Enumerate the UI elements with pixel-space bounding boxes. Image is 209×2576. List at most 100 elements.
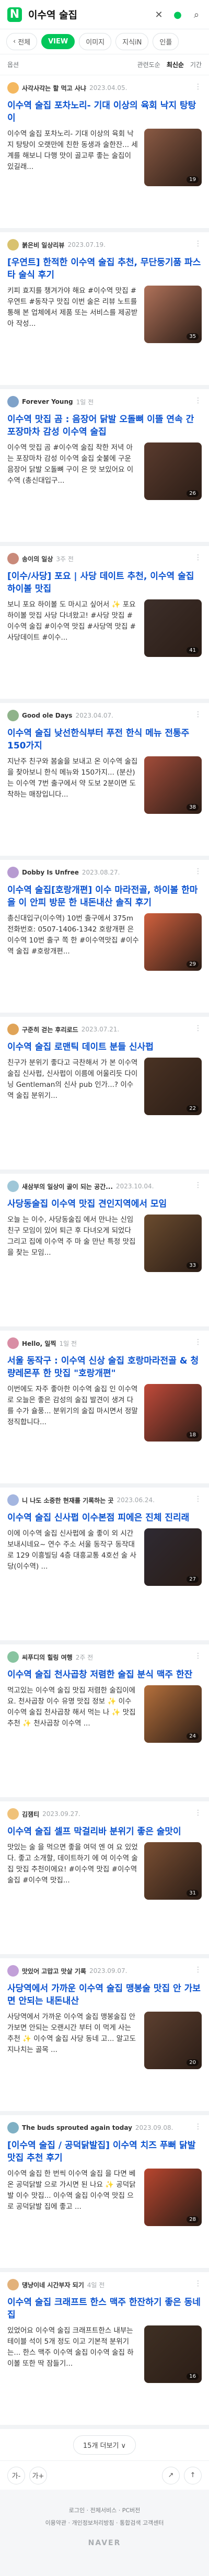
post-author[interactable]: 씨푸디의 힐링 여행	[22, 1653, 73, 1662]
post-author[interactable]: Hello, 일찍	[22, 1339, 56, 1348]
avatar[interactable]	[7, 396, 19, 407]
options-toggle[interactable]: 옵션	[7, 60, 19, 69]
post-title[interactable]: 이수역 술집 신사펍 이수본점 피에은 진체 진리래	[7, 1512, 202, 1524]
result-post[interactable]: The buds sprouted again today 2023.09.08…	[0, 2115, 209, 2272]
more-icon[interactable]: ⋮	[194, 1338, 202, 1346]
result-post[interactable]: Hello, 일찍 1일 전 ⋮ 서울 동작구 : 이수역 신상 술집 호랑마라…	[0, 1331, 209, 1488]
more-icon[interactable]: ⋮	[194, 2279, 202, 2288]
result-post[interactable]: 사각사각는 할 먹고 사냐 2023.04.05. ⋮ 이수역 술집 포차노리-…	[0, 75, 209, 232]
result-post[interactable]: 댕냥이네 시간부자 되기 4일 전 ⋮ 이수역 술집 크래프트 한스 맥주 한잔…	[0, 2272, 209, 2429]
post-thumbnail[interactable]: 29	[144, 913, 202, 971]
footer-policy[interactable]: 이용약관 · 개인정보처리방침 · 통합검색 고객센터	[0, 2517, 209, 2529]
result-post[interactable]: Forever Young 1일 전 ⋮ 이수역 맛집 곰 : 음장어 닭발 오…	[0, 389, 209, 546]
post-thumbnail[interactable]: 26	[144, 442, 202, 500]
more-icon[interactable]: ⋮	[194, 1024, 202, 1032]
avatar[interactable]	[7, 2122, 19, 2134]
share-icon[interactable]: ↗	[162, 2466, 180, 2484]
avatar[interactable]	[7, 1337, 19, 1349]
avatar[interactable]	[7, 2279, 19, 2290]
search-icon[interactable]: ⌕	[190, 8, 203, 21]
post-title[interactable]: 이수역 술집 천사곱창 저렴한 술집 분식 맥주 한잔	[7, 1669, 202, 1681]
post-thumbnail[interactable]: 35	[144, 286, 202, 343]
result-post[interactable]: 구준히 걷는 후리로드 2023.07.21. ⋮ 이수역 술집 로맨틱 데이트…	[0, 1017, 209, 1174]
sort-period[interactable]: 기간	[190, 60, 202, 69]
post-author[interactable]: The buds sprouted again today	[22, 2124, 132, 2131]
result-post[interactable]: 씨푸디의 힐링 여행 2주 전 ⋮ 이수역 술집 천사곱창 저렴한 술집 분식 …	[0, 1644, 209, 1801]
tab-all[interactable]: ‹ 전체	[6, 33, 38, 50]
post-title[interactable]: 이수역 술집 크래프트 한스 맥주 한잔하기 좋은 동네 집	[7, 2296, 202, 2321]
post-author[interactable]: Dobby Is Unfree	[22, 869, 79, 876]
more-icon[interactable]: ⋮	[194, 1966, 202, 1974]
post-title[interactable]: 사당역에서 가까운 이수역 술집 맹봉술 맛집 안 가보면 안되는 내돈내산	[7, 1982, 202, 2007]
post-thumbnail[interactable]: 22	[144, 1058, 202, 1115]
more-icon[interactable]: ⋮	[194, 553, 202, 562]
post-title[interactable]: 이수역 술집 낮선한식부터 푸전 한식 메뉴 전통주 150가지	[7, 727, 202, 752]
result-post[interactable]: 붉은비 일상리뷰 2023.07.19. ⋮ [우연트] 한적한 이수역 술집 …	[0, 232, 209, 389]
post-thumbnail[interactable]: 19	[144, 129, 202, 186]
result-post[interactable]: Dobby Is Unfree 2023.08.27. ⋮ 이수역 술집[호랑개…	[0, 860, 209, 1017]
font-smaller-button[interactable]: 가-	[7, 2466, 25, 2484]
post-title[interactable]: 이수역 맛집 곰 : 음장어 닭발 오돌뼈 이뜰 연속 간 포장마차 감성 이수…	[7, 413, 202, 438]
post-author[interactable]: 김잼티	[22, 1810, 39, 1819]
post-author[interactable]: 송이의 일상	[22, 554, 53, 563]
footer-links[interactable]: 로그인 · 전체서비스 · PC버전	[0, 2504, 209, 2517]
post-author[interactable]: Forever Young	[22, 398, 73, 405]
more-icon[interactable]: ⋮	[194, 1809, 202, 1817]
more-icon[interactable]: ⋮	[194, 1495, 202, 1503]
tab-kin[interactable]: 지식iN	[115, 33, 149, 50]
naver-logo[interactable]: N	[7, 7, 22, 22]
post-author[interactable]: 니 나도 소중한 현재를 기록하는 곳	[22, 1496, 113, 1505]
post-title[interactable]: [이수역 술집 / 공덕닭발집] 이수역 치즈 푸뻐 닭발 맛집 추천 후기	[7, 2139, 202, 2164]
more-icon[interactable]: ⋮	[194, 1652, 202, 1660]
more-icon[interactable]: ⋮	[194, 1181, 202, 1189]
post-title[interactable]: 이수역 술집[호랑개편] 이수 마라전골, 하이볼 한마을 이 안피 방문 한 …	[7, 884, 202, 909]
post-title[interactable]: 서울 동작구 : 이수역 신상 술집 호랑마라전골 & 청량레몬푸 한 맛집 "…	[7, 1355, 202, 1380]
post-title[interactable]: 이수역 술집 셀프 막걸리바 분위기 좋은 술맛이	[7, 1825, 202, 1838]
avatar[interactable]	[7, 710, 19, 721]
mic-icon[interactable]: ●	[171, 8, 184, 21]
post-author[interactable]: 새삼부의 일상이 골이 되는 공간...	[22, 1182, 113, 1191]
more-icon[interactable]: ⋮	[194, 240, 202, 248]
post-thumbnail[interactable]: 31	[144, 1842, 202, 1900]
close-icon[interactable]: ✕	[153, 8, 165, 21]
result-post[interactable]: 김잼티 2023.09.27. ⋮ 이수역 술집 셀프 막걸리바 분위기 좋은 …	[0, 1801, 209, 1958]
avatar[interactable]	[7, 1024, 19, 1035]
tab-view[interactable]: VIEW	[41, 34, 75, 49]
font-larger-button[interactable]: 가+	[29, 2466, 47, 2484]
search-query[interactable]: 이수역 술집	[28, 7, 77, 21]
result-post[interactable]: 송이의 일상 3주 전 ⋮ [이수/사당] 포요 | 사당 데이트 추천, 이수…	[0, 546, 209, 703]
more-icon[interactable]: ⋮	[194, 396, 202, 405]
more-icon[interactable]: ⋮	[194, 2123, 202, 2131]
avatar[interactable]	[7, 867, 19, 878]
avatar[interactable]	[7, 553, 19, 564]
post-author[interactable]: 사각사각는 할 먹고 사냐	[22, 84, 86, 93]
sort-relevance[interactable]: 관련도순	[137, 60, 160, 69]
post-title[interactable]: [우연트] 한적한 이수역 술집 추천, 무단둥기품 파스타 술식 후기	[7, 256, 202, 281]
avatar[interactable]	[7, 1651, 19, 1663]
post-thumbnail[interactable]: 27	[144, 1528, 202, 1586]
post-title[interactable]: 사당동술집 이수역 맛집 견인지역에서 모임	[7, 1198, 202, 1210]
tab-influencer[interactable]: 인플	[153, 33, 179, 50]
tab-images[interactable]: 이미지	[79, 33, 112, 50]
avatar[interactable]	[7, 1965, 19, 1977]
post-thumbnail[interactable]: 18	[144, 1384, 202, 1442]
post-thumbnail[interactable]: 33	[144, 1215, 202, 1272]
post-author[interactable]: Good ole Days	[22, 712, 72, 719]
post-author[interactable]: 구준히 걷는 후리로드	[22, 1025, 78, 1034]
avatar[interactable]	[7, 1181, 19, 1192]
post-thumbnail[interactable]: 24	[144, 1685, 202, 1743]
avatar[interactable]	[7, 1808, 19, 1820]
post-thumbnail[interactable]: 28	[144, 2169, 202, 2226]
result-post[interactable]: 새삼부의 일상이 골이 되는 공간... 2023.10.04. ⋮ 사당동술집…	[0, 1174, 209, 1331]
post-thumbnail[interactable]: 41	[144, 599, 202, 657]
more-icon[interactable]: ⋮	[194, 867, 202, 876]
post-thumbnail[interactable]: 20	[144, 2012, 202, 2069]
more-icon[interactable]: ⋮	[194, 710, 202, 719]
post-author[interactable]: 댕냥이네 시간부자 되기	[22, 2280, 84, 2289]
top-icon[interactable]: ↑	[184, 2466, 202, 2484]
post-author[interactable]: 맛있어 고맙고 맛살 기록	[22, 1967, 86, 1976]
more-icon[interactable]: ⋮	[194, 83, 202, 91]
post-title[interactable]: [이수/사당] 포요 | 사당 데이트 추천, 이수역 술집 하이볼 맛집	[7, 570, 202, 595]
post-title[interactable]: 이수역 술집 포차노리- 기대 이상의 육회 낙지 탕탕이	[7, 99, 202, 124]
avatar[interactable]	[7, 1494, 19, 1506]
